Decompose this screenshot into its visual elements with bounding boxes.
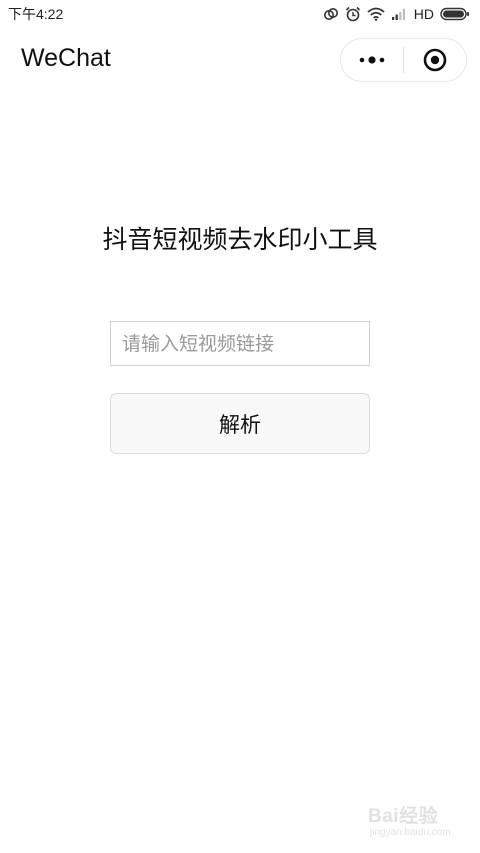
video-link-input[interactable] <box>110 321 370 366</box>
baidu-jingyan-watermark: Bai经验 jingyan.baidu.com <box>368 801 468 845</box>
wifi-icon <box>367 7 385 21</box>
status-time: 下午4:22 <box>8 6 64 22</box>
mini-program-capsule <box>340 38 467 82</box>
nav-bar: WeChat <box>0 34 480 86</box>
status-bar: 下午4:22 HD <box>0 0 480 28</box>
watermark-brand: Bai经验 <box>368 806 439 827</box>
page-title: 抖音短视频去水印小工具 <box>102 225 378 254</box>
app-title: WeChat <box>21 44 111 72</box>
battery-icon <box>440 7 469 21</box>
parse-button[interactable]: 解析 <box>110 393 370 454</box>
more-button[interactable] <box>341 39 403 81</box>
status-icons: HD <box>323 6 470 22</box>
watermark-url: jingyan.baidu.com <box>370 827 451 838</box>
signal-icon <box>391 9 405 20</box>
more-dots-icon <box>359 56 385 64</box>
close-button[interactable] <box>404 39 466 81</box>
sync-icon <box>323 8 338 20</box>
target-circle-icon <box>423 48 447 72</box>
network-type: HD <box>413 6 434 22</box>
alarm-icon <box>345 6 360 22</box>
